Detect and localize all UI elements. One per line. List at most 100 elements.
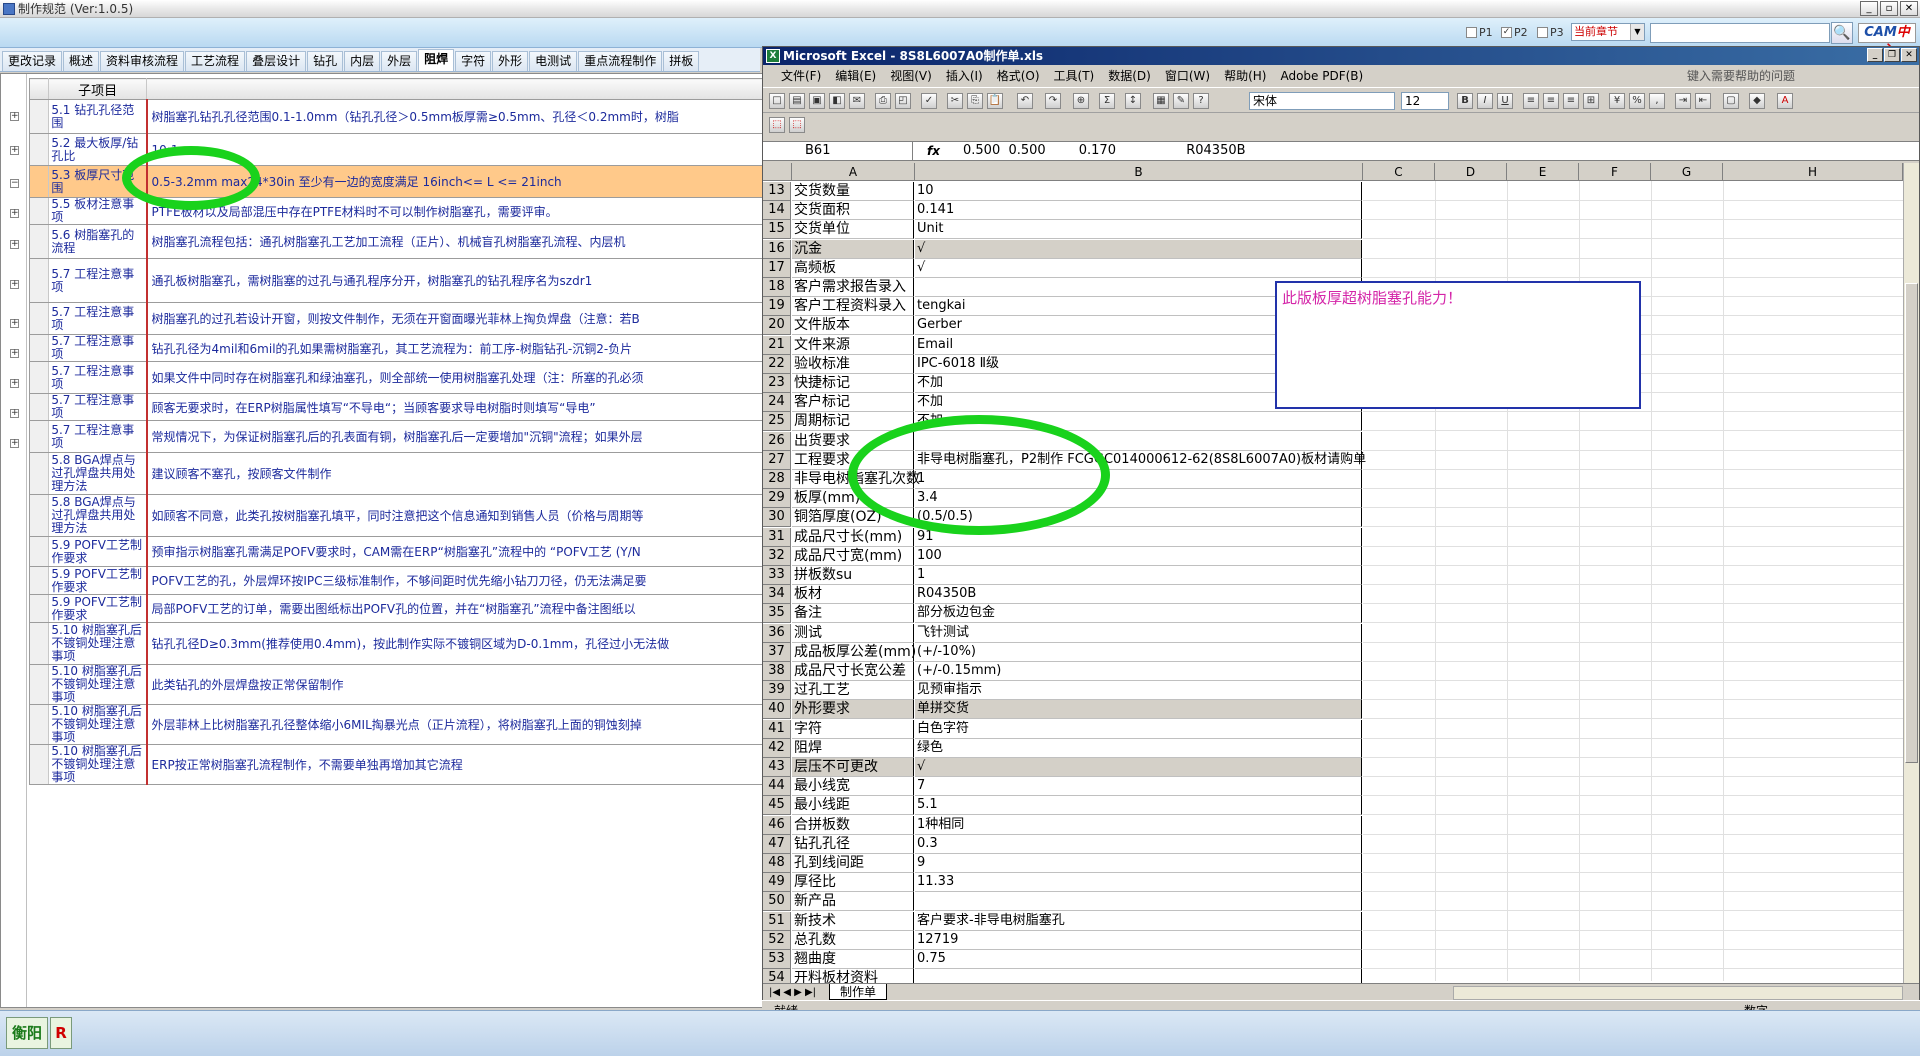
table-row[interactable]: 5.7 工程注意事项 钻孔孔径为4mil和6mil的孔如果需树脂塞孔，其工艺流程为… [28, 334, 764, 362]
row-selector[interactable] [28, 224, 50, 259]
cell-a[interactable]: 外形要求 [792, 700, 914, 720]
row-selector[interactable] [28, 334, 50, 362]
row-header[interactable]: 48 [763, 854, 791, 873]
comma-icon[interactable]: , [1649, 93, 1665, 109]
table-row[interactable]: 5.9 POFV工艺制作要求 局部POFV工艺的订单，需要出图纸标出POFV孔的位… [28, 594, 764, 623]
row-header[interactable]: 15 [763, 220, 791, 240]
row-header[interactable]: 39 [763, 681, 791, 701]
column-header-item[interactable]: 子项目 [48, 78, 148, 100]
italic-icon[interactable]: I [1477, 93, 1493, 109]
grid-corner[interactable] [28, 78, 50, 100]
cell-b[interactable]: 见预审指示 [915, 681, 1362, 701]
search-button[interactable]: 🔍 [1831, 22, 1853, 44]
cell-a[interactable]: 翘曲度 [792, 950, 914, 969]
increase-indent-icon[interactable]: ⇥ [1675, 93, 1691, 109]
table-row[interactable]: 5.7 工程注意事项 顾客无要求时，在ERP树脂属性填写“不导电“；当顾客要求导电… [28, 393, 764, 421]
font-color-icon[interactable]: A [1777, 93, 1793, 109]
empty-cells[interactable] [1363, 931, 1903, 950]
table-row[interactable]: 5.10 树脂塞孔后不镀铜处理注意事项 外层菲林上比树脂塞孔孔径整体缩小6MIL掏… [28, 704, 764, 745]
row-header[interactable]: 25 [763, 412, 791, 432]
row-selector[interactable] [28, 566, 50, 595]
cell-b[interactable]: 1种相同 [915, 815, 1362, 835]
chart-wizard-icon[interactable]: ▦ [1153, 93, 1169, 109]
tab-13[interactable]: 拼板 [663, 51, 700, 71]
cell-b[interactable]: 10 [915, 182, 1362, 201]
print-icon[interactable]: ⎙ [875, 93, 891, 109]
cell-a[interactable]: 孔到线间距 [792, 854, 914, 873]
cell-a[interactable]: 板厚(mm) [792, 489, 914, 509]
row-selector[interactable] [28, 744, 50, 785]
cell-a[interactable]: 最小线宽 [792, 777, 914, 797]
empty-cells[interactable] [1363, 950, 1903, 969]
decrease-indent-icon[interactable]: ⇤ [1695, 93, 1711, 109]
table-row[interactable]: 5.2 最大板厚/钻孔比 10:1 [28, 133, 764, 166]
column-header-H[interactable]: H [1723, 163, 1903, 181]
empty-cells[interactable] [1363, 816, 1903, 835]
cell-b[interactable]: 1 [915, 566, 1362, 585]
tab-9[interactable]: 字符 [455, 51, 492, 71]
table-row[interactable]: 5.5 板材注意事项 PTFE板材以及局部混压中存在PTFE材料时不可以制作树脂塞… [28, 197, 764, 225]
cut-icon[interactable]: ✂ [947, 93, 963, 109]
expand-icon[interactable]: + [10, 439, 19, 448]
cell-b[interactable]: 绿色 [915, 738, 1362, 758]
menu-item-8[interactable]: 帮助(H) [1224, 65, 1266, 87]
menu-item-1[interactable]: 编辑(E) [835, 65, 876, 87]
close-button[interactable]: ✕ [1900, 1, 1918, 16]
empty-cells[interactable] [1363, 259, 1903, 278]
empty-cells[interactable] [1363, 643, 1903, 662]
tab-11[interactable]: 电测试 [529, 51, 578, 71]
underline-icon[interactable]: U [1497, 93, 1513, 109]
hyperlink-icon[interactable]: ⊕ [1073, 93, 1089, 109]
empty-cells[interactable] [1363, 873, 1903, 893]
menu-item-4[interactable]: 格式(O) [997, 65, 1040, 87]
font-size-select[interactable]: 12 [1401, 92, 1449, 110]
tab-7[interactable]: 外层 [381, 51, 418, 71]
cell-b[interactable]: √ [915, 258, 1362, 278]
row-header[interactable]: 29 [763, 489, 791, 509]
row-header[interactable]: 32 [763, 546, 791, 566]
redo-icon[interactable]: ↷ [1045, 93, 1061, 109]
table-row[interactable]: 5.8 BGA焊点与过孔焊盘共用处理方法 如顾客不同意，此类孔按树脂塞孔填平，同时… [28, 494, 764, 537]
empty-cells[interactable] [1363, 432, 1903, 451]
fill-color-icon[interactable]: ◆ [1749, 93, 1765, 109]
cell-a[interactable]: 文件来源 [792, 335, 914, 355]
row-header[interactable]: 13 [763, 182, 791, 201]
row-header[interactable]: 53 [763, 950, 791, 969]
taskbar-r-button[interactable]: R [50, 1017, 72, 1049]
open-folder-icon[interactable]: ▤ [789, 93, 805, 109]
cell-b[interactable]: 7 [915, 777, 1362, 797]
cell-b[interactable]: √ [915, 758, 1362, 777]
scope-select[interactable]: 当前章节 ▼ [1571, 23, 1645, 41]
cell-a[interactable]: 备注 [792, 604, 914, 624]
menu-item-2[interactable]: 视图(V) [890, 65, 932, 87]
cell-a[interactable]: 总孔数 [792, 930, 914, 950]
cell-a[interactable]: 非导电树脂塞孔次数 [792, 470, 920, 489]
taskbar-hengyang-button[interactable]: 衡阳 [6, 1017, 48, 1049]
expand-icon[interactable]: + [10, 112, 19, 121]
tab-10[interactable]: 外形 [492, 51, 529, 71]
tab-8[interactable]: 阻焊 [418, 49, 455, 71]
pdf-convert-icon[interactable]: ⬚ [769, 117, 785, 133]
excel-minimize-button[interactable]: _ [1867, 48, 1883, 62]
tab-3[interactable]: 工艺流程 [185, 51, 246, 71]
column-header-A[interactable]: A [792, 163, 915, 181]
column-header-C[interactable]: C [1363, 163, 1435, 181]
cell-b[interactable]: 部分板边包金 [915, 604, 1362, 624]
empty-cells[interactable] [1363, 585, 1903, 605]
row-header[interactable]: 24 [763, 393, 791, 413]
empty-cells[interactable] [1363, 662, 1903, 681]
save-icon[interactable]: ▣ [809, 93, 825, 109]
cell-a[interactable]: 高频板 [792, 258, 914, 278]
tab-12[interactable]: 重点流程制作 [578, 51, 663, 71]
row-header[interactable]: 30 [763, 508, 791, 528]
cell-a[interactable]: 客户工程资料录入 [792, 297, 914, 317]
cell-a[interactable]: 过孔工艺 [792, 681, 914, 701]
cell-a[interactable]: 钻孔孔径 [792, 834, 914, 854]
drawing-icon[interactable]: ✎ [1173, 93, 1189, 109]
cell-b[interactable]: 飞针测试 [915, 623, 1362, 643]
empty-cells[interactable] [1363, 240, 1903, 259]
expand-icon[interactable]: + [10, 409, 19, 418]
paste-icon[interactable]: 📋 [987, 93, 1003, 109]
table-row[interactable]: 5.9 POFV工艺制作要求 预审指示树脂塞孔需满足POFV要求时，CAM需在ER… [28, 536, 764, 567]
cell-b[interactable]: 非导电树脂塞孔，P2制作 FCGGC014000612-62(8S8L6007A… [915, 450, 1366, 470]
